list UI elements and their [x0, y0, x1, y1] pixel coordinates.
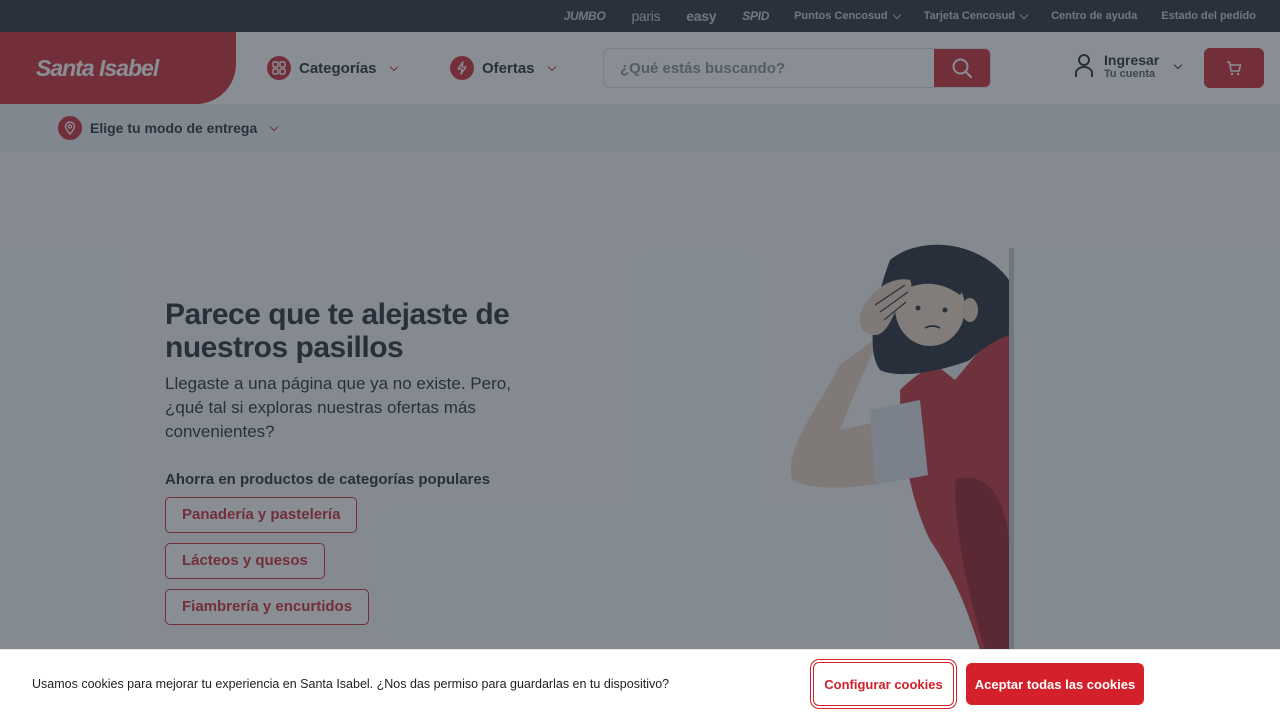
category-chip-fiambreria[interactable]: Fiambrería y encurtidos [165, 589, 370, 625]
puntos-cencosud-label: Puntos Cencosud [794, 10, 888, 22]
categories-label: Categorías [299, 59, 377, 77]
user-icon [1075, 54, 1093, 77]
search-icon [952, 58, 972, 78]
chevron-down-icon [1019, 10, 1029, 19]
tarjeta-cencosud-link[interactable]: Tarjeta Cencosud [923, 10, 1029, 22]
easy-link[interactable]: easy [686, 8, 716, 24]
not-found-content: Parece que te alejaste de nuestros pasil… [165, 298, 545, 625]
cookie-banner: Usamos cookies para mejorar tu experienc… [0, 649, 1280, 720]
lightning-icon [450, 56, 474, 80]
cart-icon [1227, 61, 1242, 76]
account-title: Ingresar [1104, 52, 1160, 68]
help-center-link[interactable]: Centro de ayuda [1051, 10, 1137, 22]
category-chip-lacteos[interactable]: Lácteos y quesos [165, 543, 325, 579]
offers-label: Ofertas [482, 59, 535, 77]
cart-button[interactable] [1204, 48, 1264, 88]
confused-woman-illustration [790, 244, 1014, 650]
search-button[interactable] [934, 49, 990, 87]
account-subtitle: Tu cuenta [1104, 68, 1156, 80]
main-content: Parece que te alejaste de nuestros pasil… [0, 152, 1280, 720]
page-title: Parece que te alejaste de nuestros pasil… [165, 298, 510, 364]
chevron-down-icon [270, 122, 279, 131]
chevron-down-icon [389, 62, 398, 71]
jumbo-link[interactable]: JUMBO [564, 9, 606, 23]
delivery-mode-button[interactable]: Elige tu modo de entrega [0, 104, 1280, 152]
logo: Santa Isabel [36, 54, 159, 81]
offers-button[interactable]: Ofertas [450, 56, 556, 80]
category-chip-panaderia[interactable]: Panadería y pastelería [165, 497, 358, 533]
accept-cookies-button[interactable]: Aceptar todas las cookies [966, 663, 1144, 705]
top-bar: JUMBO paris easy SPID Puntos Cencosud Ta… [0, 0, 1280, 32]
cookie-message: Usamos cookies para mejorar tu experienc… [32, 677, 670, 691]
search-bar [603, 48, 991, 88]
location-pin-icon [58, 116, 82, 140]
tarjeta-cencosud-label: Tarjeta Cencosud [923, 10, 1016, 22]
chevron-down-icon [547, 62, 556, 71]
header: Santa Isabel Categorías Ofertas Ingresar… [0, 32, 1280, 104]
logo-link[interactable]: Santa Isabel [0, 32, 236, 104]
spid-link[interactable]: SPID [742, 9, 769, 23]
chevron-down-icon [892, 10, 901, 19]
page-description: Llegaste a una página que ya no existe. … [165, 374, 511, 441]
search-input[interactable] [604, 49, 936, 87]
categories-button[interactable]: Categorías [267, 56, 398, 80]
puntos-cencosud-link[interactable]: Puntos Cencosud [794, 10, 901, 22]
popular-categories-title: Ahorra en productos de categorías popula… [165, 471, 491, 488]
configure-cookies-button[interactable]: Configurar cookies [813, 662, 954, 706]
category-chips: Panadería y pastelería Lácteos y quesos … [165, 488, 545, 625]
delivery-mode-label: Elige tu modo de entrega [90, 120, 258, 136]
chevron-down-icon [1174, 60, 1183, 69]
order-status-link[interactable]: Estado del pedido [1161, 10, 1256, 22]
paris-link[interactable]: paris [631, 8, 660, 24]
grid-icon [267, 56, 291, 80]
account-button[interactable]: Ingresar Tu cuenta [1074, 52, 1183, 80]
